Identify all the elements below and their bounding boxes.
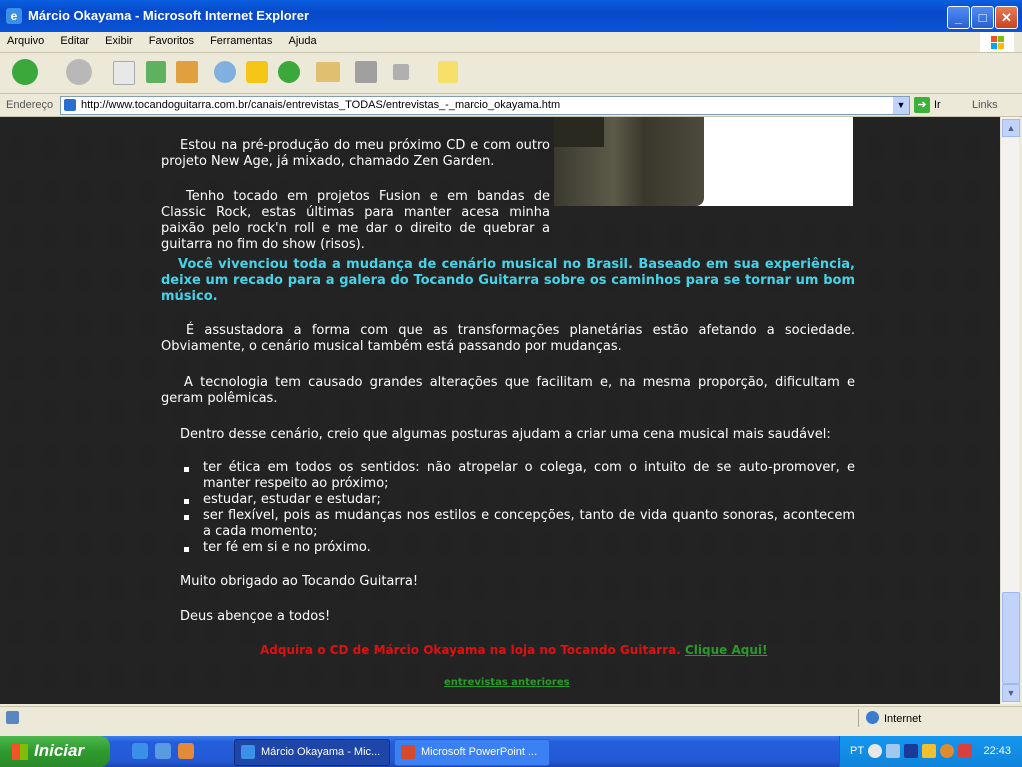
- chevron-down-icon[interactable]: ▼: [893, 97, 909, 114]
- windows-logo-icon: [980, 32, 1014, 52]
- menu-editar[interactable]: Editar: [53, 32, 95, 47]
- address-bar: Endereço http://www.tocandoguitarra.com.…: [0, 94, 1022, 117]
- edit-icon[interactable]: [393, 64, 409, 80]
- artist-photo: [554, 117, 853, 206]
- menu-bar: Arquivo Editar Exibir Favoritos Ferramen…: [0, 32, 1022, 53]
- menu-exibir[interactable]: Exibir: [98, 32, 139, 47]
- thanks-text: Muito obrigado ao Tocando Guitarra!: [180, 574, 419, 589]
- page-status-icon: [6, 711, 19, 724]
- menu-ajuda[interactable]: Ajuda: [281, 32, 322, 47]
- star-tray-icon[interactable]: [886, 744, 900, 758]
- windows-flag-icon: [12, 744, 28, 760]
- go-button[interactable]: Ir: [934, 99, 941, 111]
- network-tray-icon[interactable]: [922, 744, 936, 758]
- start-button[interactable]: Iniciar: [0, 736, 110, 767]
- ie-icon: e: [6, 8, 22, 24]
- close-icon: ✕: [1001, 10, 1012, 25]
- media-quicklaunch-icon[interactable]: [155, 743, 171, 759]
- messenger-quicklaunch-icon[interactable]: [178, 743, 194, 759]
- system-tray: PT 22:43: [839, 736, 1022, 767]
- back-arrow-tray-icon[interactable]: [868, 744, 882, 758]
- paragraph: Dentro desse cenário, creio que algumas …: [180, 427, 831, 442]
- minimize-icon: _: [954, 10, 963, 25]
- scroll-thumb[interactable]: [1002, 592, 1020, 684]
- address-label: Endereço: [6, 99, 54, 111]
- bless-text: Deus abençoe a todos!: [180, 609, 331, 624]
- zone-label: Internet: [884, 713, 922, 725]
- clique-aqui-link[interactable]: Clique Aqui!: [685, 643, 768, 657]
- print-icon[interactable]: [355, 61, 377, 83]
- minimize-button[interactable]: _: [947, 6, 970, 29]
- mail-icon[interactable]: [316, 62, 340, 82]
- toolbar: [0, 53, 1022, 94]
- forward-icon[interactable]: [66, 59, 92, 85]
- close-button[interactable]: ✕: [995, 6, 1018, 29]
- paragraph: Estou na pré-produção do meu próximo CD …: [161, 138, 550, 169]
- maximize-icon: □: [978, 10, 987, 25]
- list-item: ser flexível, pois as mudanças nos estil…: [183, 508, 855, 540]
- history-icon[interactable]: [278, 61, 300, 83]
- language-indicator[interactable]: PT: [850, 745, 864, 757]
- antivirus-tray-icon[interactable]: [958, 744, 972, 758]
- window-title: Márcio Okayama - Microsoft Internet Expl…: [28, 8, 310, 23]
- stop-icon[interactable]: [113, 61, 135, 85]
- refresh-icon[interactable]: [146, 61, 166, 83]
- advice-list: ter ética em todos os sentidos: não atro…: [183, 460, 855, 556]
- media-tray-icon[interactable]: [904, 744, 918, 758]
- status-bar: Internet: [0, 706, 1022, 729]
- buy-cd-text: Adquira o CD de Márcio Okayama na loja n…: [260, 643, 767, 657]
- list-item: estudar, estudar e estudar;: [183, 492, 855, 508]
- search-icon[interactable]: [214, 61, 236, 83]
- menu-favoritos[interactable]: Favoritos: [142, 32, 200, 47]
- paragraph: Tenho tocado em projetos Fusion e em ban…: [161, 189, 550, 252]
- list-item: ter ética em todos os sentidos: não atro…: [183, 460, 855, 492]
- scroll-up-icon[interactable]: ▲: [1002, 119, 1020, 137]
- links-button[interactable]: Links: [972, 99, 998, 111]
- taskbar: Iniciar Márcio Okayama - Mic... Microsof…: [0, 736, 1022, 767]
- security-tray-icon[interactable]: [940, 744, 954, 758]
- previous-interviews-link[interactable]: entrevistas anteriores: [444, 677, 570, 688]
- messenger-icon[interactable]: [438, 61, 458, 83]
- question-heading: Você vivenciou toda a mudança de cenário…: [161, 257, 855, 304]
- powerpoint-icon: [401, 745, 415, 759]
- list-item: ter fé em si e no próximo.: [183, 540, 855, 556]
- address-url[interactable]: http://www.tocandoguitarra.com.br/canais…: [81, 99, 560, 111]
- clock: 22:43: [983, 745, 1011, 757]
- back-icon[interactable]: [12, 59, 38, 85]
- buy-cd-label: Adquira o CD de Márcio Okayama na loja n…: [260, 643, 681, 657]
- home-icon[interactable]: [176, 61, 198, 83]
- address-input[interactable]: http://www.tocandoguitarra.com.br/canais…: [60, 96, 910, 115]
- vertical-scrollbar[interactable]: ▲ ▼: [1000, 117, 1020, 704]
- ie-icon: [241, 745, 255, 759]
- go-arrow-icon[interactable]: ➔: [914, 97, 930, 113]
- maximize-button[interactable]: □: [971, 6, 994, 29]
- page-icon: [64, 99, 76, 111]
- ie-quicklaunch-icon[interactable]: [132, 743, 148, 759]
- menu-arquivo[interactable]: Arquivo: [0, 32, 50, 47]
- globe-icon: [866, 711, 879, 724]
- menu-ferramentas[interactable]: Ferramentas: [203, 32, 278, 47]
- task-powerpoint-window[interactable]: Microsoft PowerPoint ...: [394, 739, 550, 766]
- paragraph: A tecnologia tem causado grandes alteraç…: [161, 375, 855, 406]
- favorites-icon[interactable]: [246, 61, 268, 83]
- title-bar[interactable]: e Márcio Okayama - Microsoft Internet Ex…: [0, 0, 1022, 32]
- task-ie-window[interactable]: Márcio Okayama - Mic...: [234, 739, 390, 766]
- paragraph: É assustadora a forma com que as transfo…: [161, 323, 855, 354]
- scroll-down-icon[interactable]: ▼: [1002, 684, 1020, 702]
- page-content: Estou na pré-produção do meu próximo CD …: [0, 117, 1000, 704]
